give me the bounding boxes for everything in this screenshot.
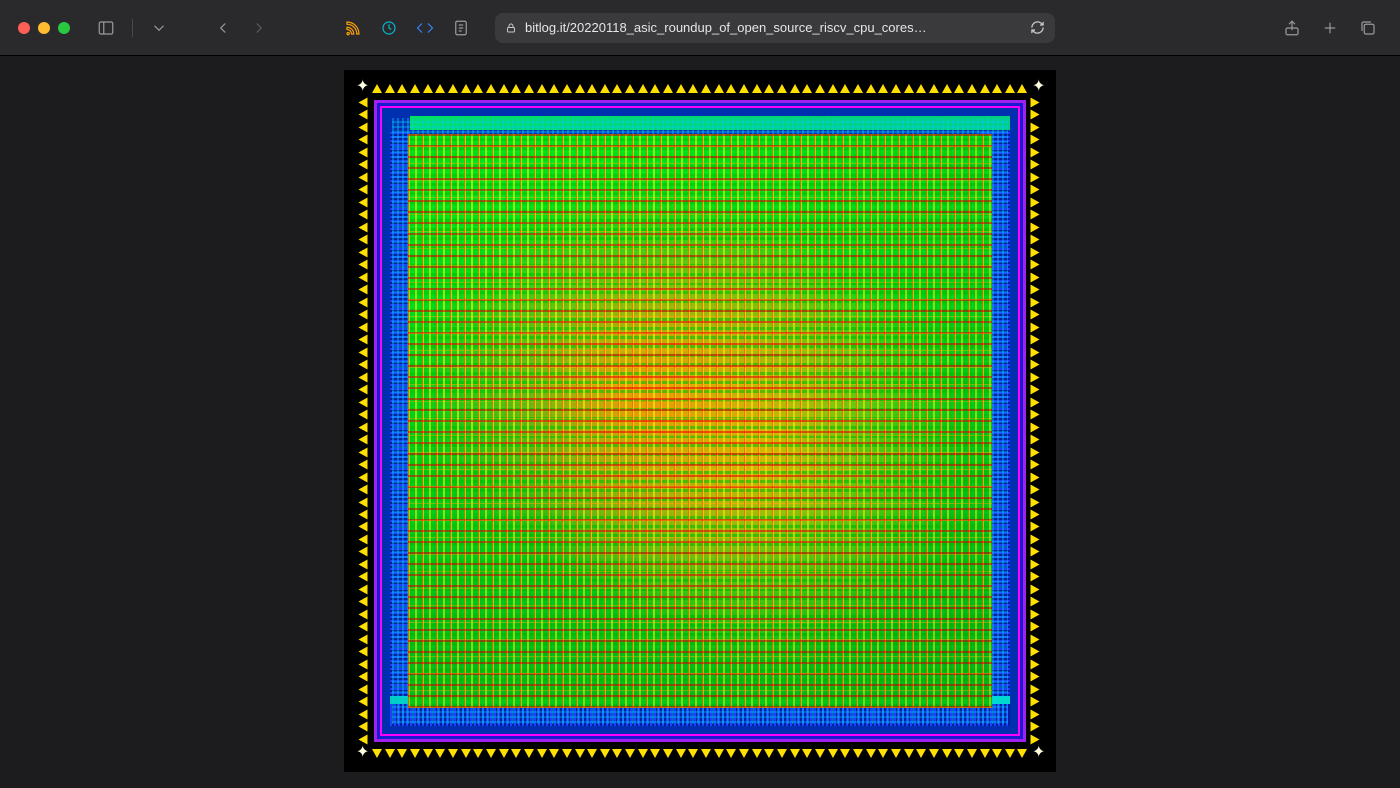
sidebar-toggle-button[interactable] bbox=[92, 14, 120, 42]
corner-marker: ✦ bbox=[356, 82, 368, 94]
address-bar[interactable]: bitlog.it/20220118_asic_roundup_of_open_… bbox=[495, 13, 1055, 43]
io-pads-top bbox=[372, 84, 1028, 93]
lock-icon bbox=[505, 22, 517, 34]
separator bbox=[132, 19, 133, 37]
chip-layout-image: ✦ ✦ ✦ ✦ bbox=[344, 70, 1056, 772]
back-button[interactable] bbox=[209, 14, 237, 42]
minimize-window-button[interactable] bbox=[38, 22, 50, 34]
corner-marker: ✦ bbox=[356, 748, 368, 760]
core-area bbox=[380, 106, 1020, 736]
page-content: ✦ ✦ ✦ ✦ bbox=[0, 56, 1400, 788]
io-pads-bottom bbox=[372, 749, 1028, 758]
devtools-icon[interactable] bbox=[411, 14, 439, 42]
corner-marker: ✦ bbox=[1032, 82, 1044, 94]
close-window-button[interactable] bbox=[18, 22, 30, 34]
tab-groups-dropdown[interactable] bbox=[145, 14, 173, 42]
io-pads-right bbox=[1030, 98, 1042, 744]
share-button[interactable] bbox=[1278, 14, 1306, 42]
browser-toolbar: bitlog.it/20220118_asic_roundup_of_open_… bbox=[0, 0, 1400, 56]
rss-icon[interactable] bbox=[339, 14, 367, 42]
chip-die bbox=[374, 100, 1026, 742]
reload-button[interactable] bbox=[1030, 20, 1045, 35]
window-controls bbox=[18, 22, 70, 34]
io-pads-left bbox=[358, 98, 370, 744]
std-cell-core bbox=[408, 134, 992, 708]
new-tab-button[interactable] bbox=[1316, 14, 1344, 42]
reader-mode-button[interactable] bbox=[447, 14, 475, 42]
corner-marker: ✦ bbox=[1032, 748, 1044, 760]
extension-1-icon[interactable] bbox=[375, 14, 403, 42]
tab-overview-button[interactable] bbox=[1354, 14, 1382, 42]
maximize-window-button[interactable] bbox=[58, 22, 70, 34]
url-text: bitlog.it/20220118_asic_roundup_of_open_… bbox=[525, 20, 927, 35]
forward-button[interactable] bbox=[245, 14, 273, 42]
